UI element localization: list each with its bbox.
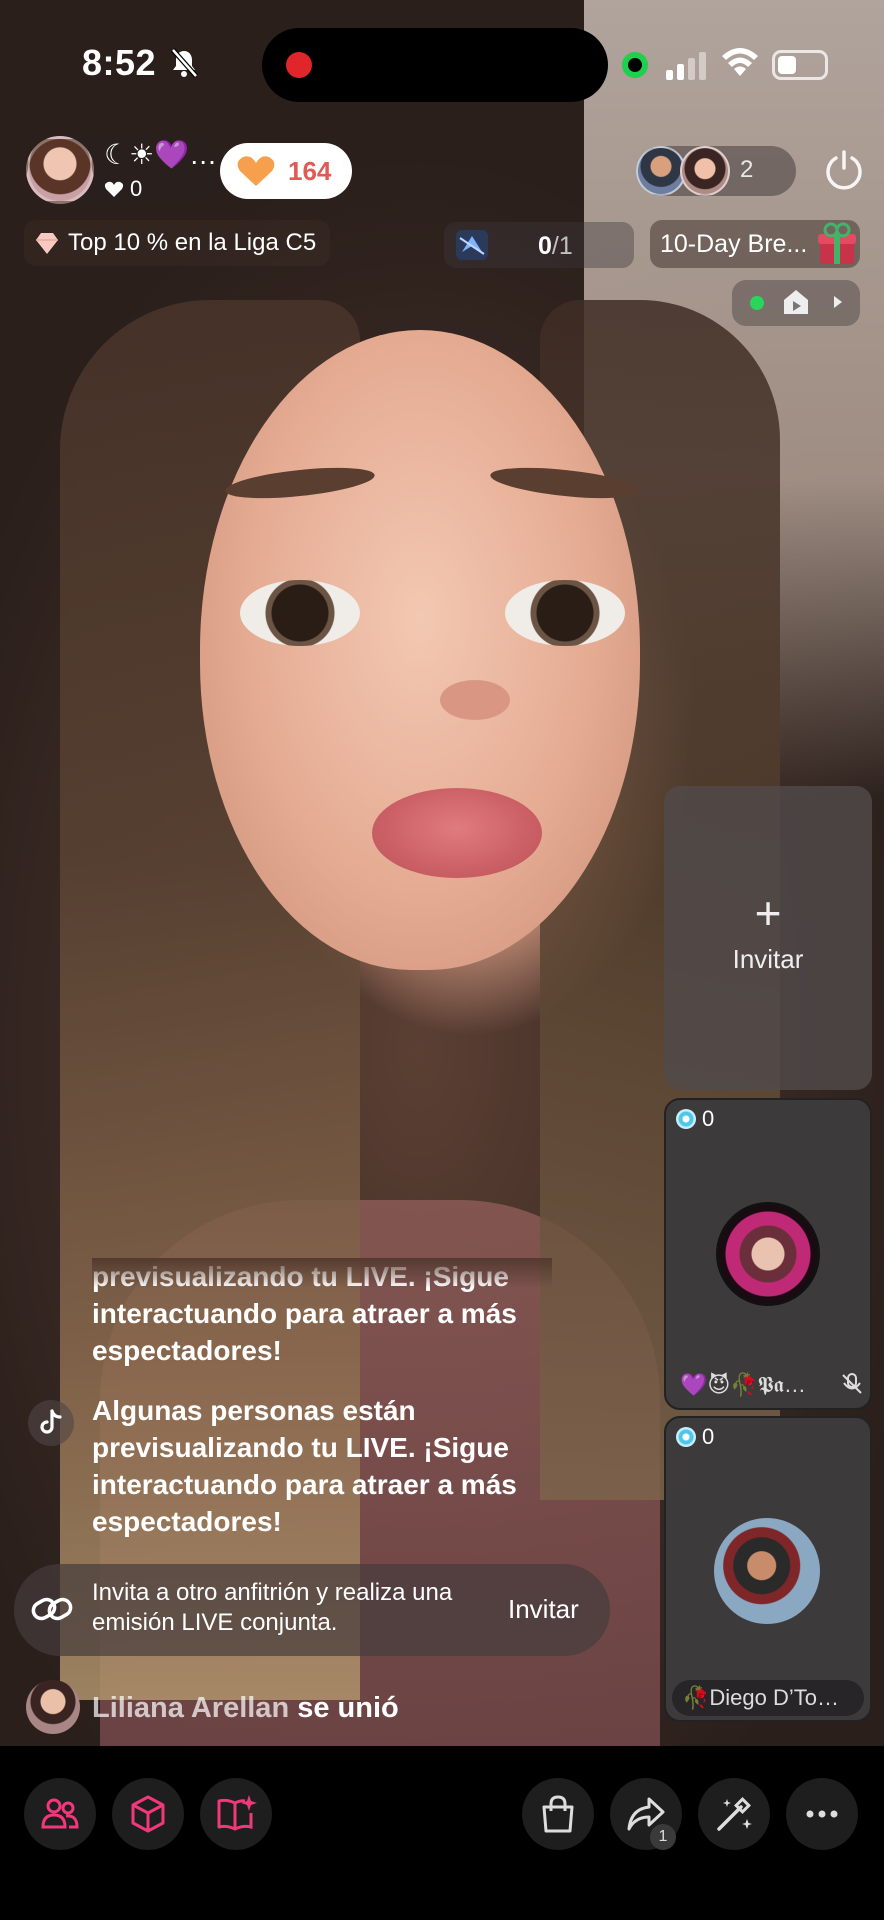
guest-name: 🥀Diego D’To… <box>672 1680 864 1716</box>
guest-avatar[interactable] <box>716 1202 820 1306</box>
guest-score: 0 <box>676 1106 714 1132</box>
mic-muted-icon[interactable] <box>840 1372 864 1396</box>
shopping-bag-icon <box>542 1795 574 1833</box>
enhance-button[interactable] <box>698 1778 770 1850</box>
gem-icon <box>676 1427 696 1447</box>
crystal-icon <box>456 230 488 260</box>
tiktok-note-icon <box>28 1400 74 1446</box>
gift-box-icon <box>818 222 856 264</box>
chat-system-message: Algunas personas están previsualizando t… <box>92 1395 517 1537</box>
guest-score: 0 <box>676 1424 714 1450</box>
event-label: 10-Day Bre... <box>660 229 808 258</box>
recording-dot-icon <box>286 52 312 78</box>
guest-score-value: 0 <box>702 1424 715 1449</box>
host-likes: 0 <box>104 176 142 202</box>
joined-user-avatar[interactable] <box>26 1680 80 1734</box>
league-label: Top 10 % en la Liga C5 <box>68 229 317 256</box>
viewer-avatar[interactable] <box>680 146 730 196</box>
magic-wand-icon <box>717 1797 752 1831</box>
people-icon <box>41 1798 79 1829</box>
silent-bell-icon <box>171 48 198 78</box>
status-time: 8:52 <box>82 42 157 83</box>
gem-icon <box>676 1109 696 1129</box>
streamer-face <box>200 330 640 970</box>
viewer-avatar[interactable] <box>636 146 686 196</box>
more-icon <box>806 1810 838 1818</box>
joined-user-name[interactable]: Liliana Arellan <box>92 1692 289 1724</box>
invite-guest-label[interactable]: Invitar <box>664 944 872 975</box>
guest-score-value: 0 <box>702 1106 715 1131</box>
right-eye <box>505 580 625 646</box>
shop-button[interactable] <box>522 1778 594 1850</box>
host-likes-count: 0 <box>130 176 143 201</box>
diamond-icon <box>36 233 58 254</box>
cellular-signal-icon <box>666 52 706 80</box>
dynamic-island <box>262 28 608 102</box>
home-icon[interactable] <box>782 288 810 316</box>
guest-avatar[interactable] <box>714 1518 820 1624</box>
guide-button[interactable] <box>200 1778 272 1850</box>
coins-count: 164 <box>288 155 332 186</box>
link-icon <box>31 1597 73 1621</box>
mission-value: 0/1 <box>538 232 573 261</box>
wifi-icon <box>722 48 758 76</box>
mission-total: /1 <box>551 232 573 260</box>
tiktok-glyph <box>40 1409 62 1434</box>
coins-pill[interactable]: 164 <box>220 143 352 199</box>
chat-fade-overlay <box>92 1258 552 1288</box>
heart-icon <box>104 181 124 197</box>
orange-heart-icon <box>237 156 275 186</box>
cohost-invite-button[interactable]: Invitar <box>508 1594 579 1625</box>
status-bar: 8:52 <box>0 0 884 130</box>
play-arrow-icon[interactable] <box>830 292 846 312</box>
guest-name: 💜😈🥀𝕻𝖆… <box>680 1372 806 1397</box>
camera-indicator-icon <box>622 52 648 78</box>
host-name: ☾☀💜… <box>104 139 218 170</box>
join-action: se unió <box>289 1692 399 1724</box>
more-button[interactable] <box>786 1778 858 1850</box>
box-icon <box>131 1795 165 1833</box>
guest-name-text: 🥀Diego D’To… <box>682 1685 839 1710</box>
host-avatar[interactable] <box>26 136 94 204</box>
viewer-count: 2 <box>740 156 754 183</box>
live-status-dot-icon <box>750 296 764 310</box>
cohost-invite-text: Invita a otro anfitrión y realiza una em… <box>92 1579 453 1636</box>
share-badge: 1 <box>650 1824 676 1850</box>
lips <box>372 788 542 878</box>
book-icon <box>217 1795 257 1831</box>
effects-button[interactable] <box>112 1778 184 1850</box>
left-eye <box>240 580 360 646</box>
battery-icon <box>772 50 828 80</box>
nose <box>440 680 510 720</box>
end-live-power-icon[interactable] <box>822 148 866 192</box>
plus-icon[interactable]: + <box>664 890 872 936</box>
join-notification: Liliana Arellan se unió <box>92 1692 399 1725</box>
guests-button[interactable] <box>24 1778 96 1850</box>
chat-message-faded: previsualizando tu LIVE. ¡Sigue interact… <box>92 1258 552 1370</box>
league-badge[interactable]: Top 10 % en la Liga C5 <box>24 220 331 266</box>
mission-current: 0 <box>538 232 552 260</box>
